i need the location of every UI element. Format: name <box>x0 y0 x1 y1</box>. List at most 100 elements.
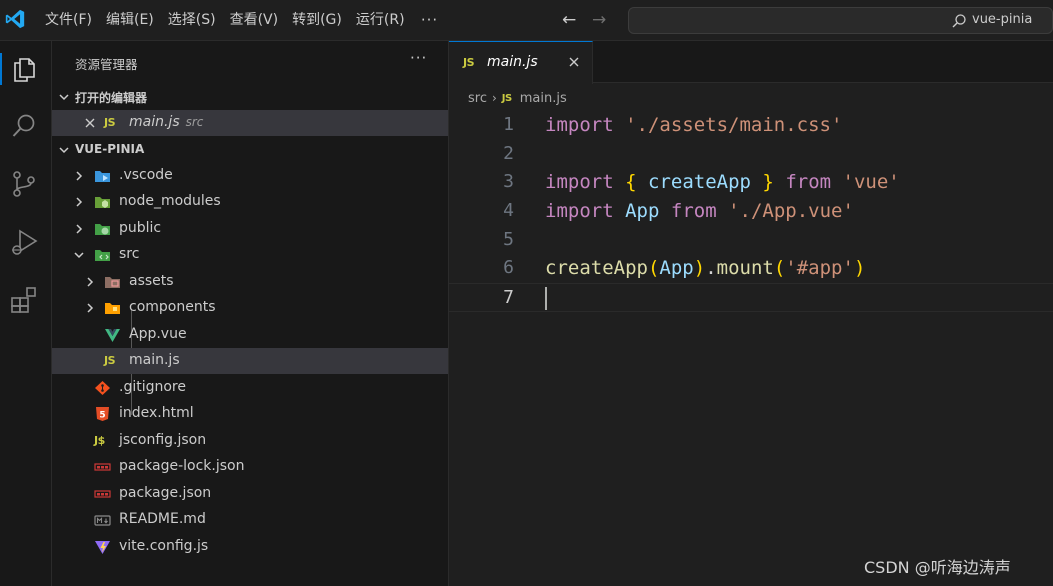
open-editors-header[interactable]: 打开的编辑器 <box>52 86 448 108</box>
tree-item-label: .vscode <box>119 167 173 183</box>
tree-item-label: jsconfig.json <box>119 432 207 448</box>
vscode-logo-icon <box>5 9 25 29</box>
code-line: 2 <box>449 140 1053 169</box>
chevron-right-icon <box>76 197 83 207</box>
menu-view[interactable]: 查看(V) <box>223 0 286 41</box>
command-center-search[interactable]: vue-pinia <box>628 7 1053 34</box>
run-debug-icon[interactable] <box>9 227 39 257</box>
tree-folder-public[interactable]: public <box>52 216 448 242</box>
tree-file-package-json[interactable]: package.json <box>52 481 448 507</box>
git-file-icon <box>95 381 110 395</box>
tree-item-label: README.md <box>119 511 206 527</box>
menu-bar: 文件(F) 编辑(E) 选择(S) 查看(V) 转到(G) 运行(R) ··· <box>38 0 448 41</box>
line-number: 3 <box>503 171 514 193</box>
chevron-right-icon <box>76 171 83 181</box>
source-control-icon[interactable] <box>9 169 39 199</box>
assets-folder-icon <box>105 277 120 288</box>
back-arrow-icon[interactable]: ← <box>562 9 576 31</box>
js-file-icon: JS <box>104 354 116 367</box>
forward-arrow-icon[interactable]: → <box>592 9 606 31</box>
search-icon <box>952 14 966 28</box>
project-header[interactable]: VUE-PINIA <box>52 139 448 161</box>
tree-item-label: src <box>119 246 140 262</box>
line-content: import App from './App.vue' <box>545 200 854 223</box>
js-file-icon: JS <box>104 116 116 129</box>
line-content: import './assets/main.css' <box>545 114 843 136</box>
open-editors-label: 打开的编辑器 <box>75 91 148 105</box>
tree-item-label: .gitignore <box>119 379 186 395</box>
tree-item-label: index.html <box>119 405 194 421</box>
menu-edit[interactable]: 编辑(E) <box>99 0 161 41</box>
tree-folder-assets[interactable]: assets <box>52 269 448 295</box>
tab-label: main.js <box>487 54 538 70</box>
chevron-right-icon: › <box>491 91 497 105</box>
code-line: 5 <box>449 226 1053 255</box>
chevron-right-icon <box>76 224 83 234</box>
line-number: 1 <box>503 114 514 135</box>
tree-folder-components[interactable]: components <box>52 295 448 321</box>
js-file-icon: JS <box>501 92 512 104</box>
explorer-title: 资源管理器 <box>75 57 138 72</box>
explorer-more-button[interactable]: ··· <box>410 49 427 67</box>
breadcrumb: src › JS main.js <box>468 89 567 107</box>
line-content: import { createApp } from 'vue' <box>545 171 900 194</box>
breadcrumb-folder[interactable]: src <box>468 91 487 106</box>
vite-file-icon <box>95 541 110 554</box>
svg-text:5: 5 <box>99 411 105 421</box>
tree-file-index-html[interactable]: 5 index.html <box>52 401 448 427</box>
tree-item-label: package.json <box>119 485 212 501</box>
tree-folder-src[interactable]: src <box>52 242 448 268</box>
code-line-current: 7 <box>449 283 1053 312</box>
search-text: vue-pinia <box>972 12 1033 27</box>
chevron-down-icon <box>59 147 69 154</box>
tree-item-label: assets <box>129 273 174 289</box>
open-editor-path: src <box>185 115 204 129</box>
tree-file-main-js[interactable]: JS main.js <box>52 348 448 374</box>
html-file-icon: 5 <box>96 407 109 421</box>
vscode-folder-icon <box>95 171 110 182</box>
close-icon[interactable] <box>566 54 582 70</box>
src-folder-icon <box>95 250 110 261</box>
line-number: 5 <box>503 228 514 250</box>
tree-item-label: components <box>129 299 216 315</box>
tree-file-app-vue[interactable]: App.vue <box>52 322 448 348</box>
tree-file-package-lock[interactable]: package-lock.json <box>52 454 448 480</box>
open-editor-filename: main.js src <box>129 114 203 130</box>
menu-go[interactable]: 转到(G) <box>285 0 349 41</box>
search-sidebar-icon[interactable] <box>9 111 39 141</box>
chevron-down-icon <box>59 94 69 101</box>
menu-run[interactable]: 运行(R) <box>349 0 412 41</box>
js-file-icon: JS <box>463 56 475 69</box>
npm-file-icon <box>94 463 111 471</box>
components-folder-icon <box>105 303 120 314</box>
code-line: 1 import './assets/main.css' <box>449 111 1053 140</box>
title-bar: 文件(F) 编辑(E) 选择(S) 查看(V) 转到(G) 运行(R) ··· … <box>0 0 1053 41</box>
tree-file-gitignore[interactable]: .gitignore <box>52 375 448 401</box>
breadcrumb-file[interactable]: main.js <box>520 91 567 106</box>
menu-more-button[interactable]: ··· <box>412 0 448 41</box>
line-number: 7 <box>503 287 514 309</box>
code-line: 3 import { createApp } from 'vue' <box>449 168 1053 197</box>
tree-file-jsconfig[interactable]: J$ jsconfig.json <box>52 428 448 454</box>
code-line: 6 createApp(App).mount('#app') <box>449 254 1053 283</box>
explorer-icon[interactable] <box>9 54 39 84</box>
menu-selection[interactable]: 选择(S) <box>161 0 223 41</box>
menu-file[interactable]: 文件(F) <box>38 0 99 41</box>
markdown-file-icon <box>94 515 111 526</box>
public-folder-icon <box>95 224 110 235</box>
chevron-right-icon <box>87 277 94 287</box>
tree-file-vite-config[interactable]: vite.config.js <box>52 534 448 560</box>
tree-folder-node-modules[interactable]: node_modules <box>52 189 448 215</box>
tree-item-label: public <box>119 220 162 236</box>
activity-bar <box>0 41 52 586</box>
tree-folder-vscode[interactable]: .vscode <box>52 163 448 189</box>
extensions-icon[interactable] <box>9 285 39 315</box>
close-icon[interactable] <box>83 116 97 130</box>
code-editor[interactable]: 1 import './assets/main.css' 2 3 import … <box>449 111 1053 312</box>
line-number: 4 <box>503 200 514 222</box>
explorer-sidebar: 资源管理器 ··· 打开的编辑器 JS main.js src VUE-PINIA… <box>52 41 449 586</box>
vue-file-icon <box>105 329 120 342</box>
tab-main-js[interactable]: JS main.js <box>449 41 593 84</box>
open-editor-item[interactable]: JS main.js src <box>52 110 448 136</box>
tree-file-readme[interactable]: README.md <box>52 507 448 533</box>
